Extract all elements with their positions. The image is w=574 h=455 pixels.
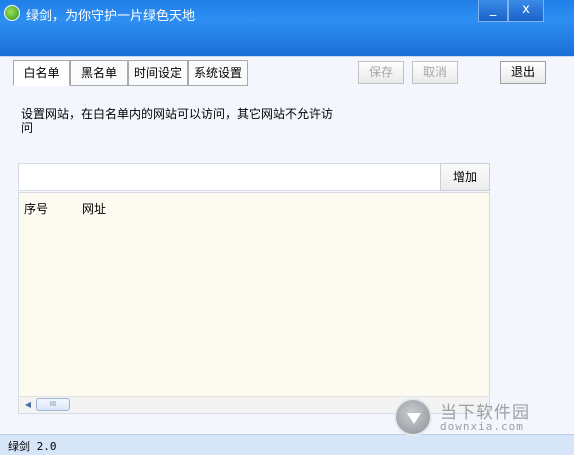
tab-blacklist[interactable]: 黑名单 <box>70 60 128 86</box>
tab-system-settings[interactable]: 系统设置 <box>188 60 248 86</box>
title-bar[interactable]: 绿剑，为你守护一片绿色天地 _ x <box>0 0 574 56</box>
url-list[interactable]: 序号 网址 ◀ III <box>18 192 490 414</box>
scroll-left-arrow-icon[interactable]: ◀ <box>23 399 33 411</box>
column-header-url[interactable]: 网址 <box>82 200 106 217</box>
app-window: 绿剑，为你守护一片绿色天地 _ x 白名单 黑名单 时间设定 系统设置 保存 取… <box>0 0 574 455</box>
exit-button[interactable]: 退出 <box>500 61 546 84</box>
tab-time-settings[interactable]: 时间设定 <box>128 60 188 86</box>
status-version: 绿剑 2.0 <box>8 440 57 453</box>
minimize-button[interactable]: _ <box>478 0 508 22</box>
cancel-button[interactable]: 取消 <box>412 61 458 84</box>
add-button[interactable]: 增加 <box>440 163 490 191</box>
window-title: 绿剑，为你守护一片绿色天地 <box>26 9 196 24</box>
toolbar: 白名单 黑名单 时间设定 系统设置 保存 取消 退出 <box>0 56 574 89</box>
tab-whitelist[interactable]: 白名单 <box>13 60 70 86</box>
url-input[interactable] <box>18 163 440 191</box>
watermark-download-icon <box>394 398 432 436</box>
watermark-url: downxia.com <box>440 420 524 433</box>
app-logo-icon <box>4 5 20 21</box>
close-button[interactable]: x <box>508 0 544 22</box>
scroll-thumb[interactable]: III <box>36 398 70 411</box>
save-button[interactable]: 保存 <box>358 61 404 84</box>
list-header: 序号 网址 <box>19 193 489 217</box>
status-bar: 绿剑 2.0 <box>0 434 574 455</box>
column-header-index[interactable]: 序号 <box>24 200 48 217</box>
whitelist-description: 设置网站，在白名单内的网站可以访问，其它网站不允许访问 <box>21 107 334 135</box>
